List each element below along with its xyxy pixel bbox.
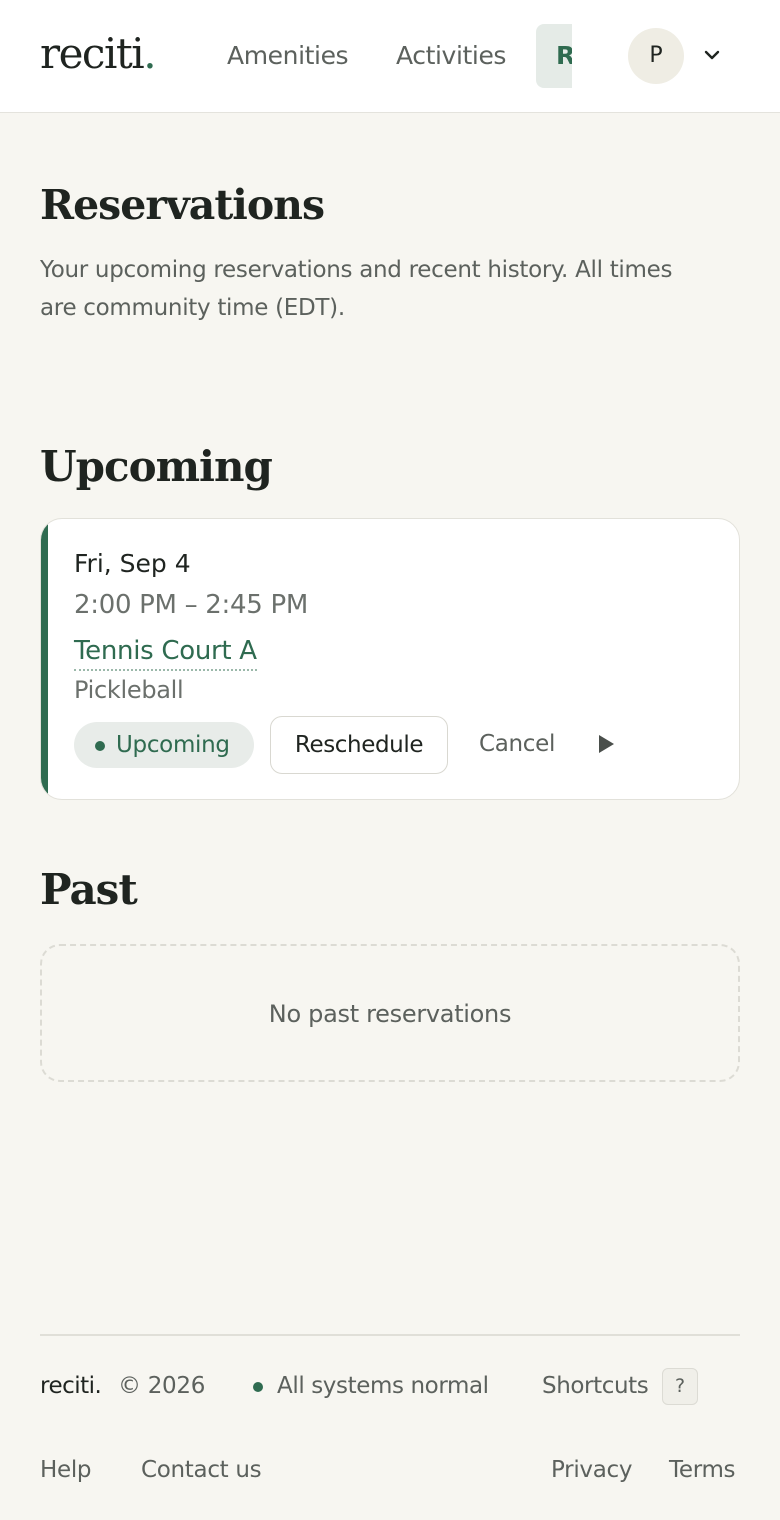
- reservation-time: 2:00 PM – 2:45 PM: [74, 590, 308, 620]
- status-dot-icon: [95, 741, 105, 751]
- footer-brand: reciti.: [40, 1373, 102, 1399]
- footer-link-terms[interactable]: Terms: [669, 1453, 736, 1487]
- empty-message: No past reservations: [268, 1000, 512, 1028]
- nav-link-reservations-label: R: [556, 41, 572, 70]
- footer-divider: [40, 1334, 740, 1336]
- nav-link-reservations[interactable]: R: [536, 24, 572, 88]
- footer-link-contact[interactable]: Contact us: [141, 1453, 262, 1487]
- page-description: Your upcoming reservations and recent hi…: [40, 257, 673, 321]
- footer-copyright: © 2026: [118, 1373, 206, 1399]
- reservation-card: Fri, Sep 4 2:00 PM – 2:45 PM Tennis Cour…: [40, 518, 740, 800]
- status-badge: Upcoming: [74, 722, 254, 768]
- logo-text: reciti: [40, 29, 145, 78]
- reservation-place-link[interactable]: Tennis Court A: [74, 633, 257, 671]
- footer-link-privacy[interactable]: Privacy: [551, 1453, 632, 1487]
- reservation-date: Fri, Sep 4: [74, 549, 191, 578]
- past-empty-state: No past reservations: [40, 944, 740, 1082]
- logo[interactable]: reciti.: [40, 28, 157, 80]
- nav-link-activities[interactable]: Activities: [396, 39, 506, 73]
- play-icon[interactable]: [595, 733, 617, 755]
- upcoming-heading: Upcoming: [40, 442, 273, 491]
- reservation-activity: Pickleball: [74, 676, 184, 704]
- page-title: Reservations: [40, 181, 325, 229]
- avatar[interactable]: P: [628, 28, 684, 84]
- nav-link-amenities[interactable]: Amenities: [227, 39, 349, 73]
- logo-dot: .: [143, 29, 156, 78]
- footer-link-help[interactable]: Help: [40, 1453, 92, 1487]
- past-heading: Past: [40, 865, 138, 914]
- shortcuts-link[interactable]: Shortcuts: [542, 1369, 649, 1403]
- status-badge-label: Upcoming: [116, 732, 230, 758]
- card-accent-bar: [41, 519, 48, 799]
- shortcut-key-badge[interactable]: ?: [662, 1368, 698, 1405]
- system-status-link[interactable]: All systems normal: [277, 1369, 489, 1403]
- cancel-button[interactable]: Cancel: [461, 726, 573, 762]
- top-navigation-bar: reciti. Amenities Activities R P: [0, 0, 780, 113]
- chevron-down-icon[interactable]: [703, 46, 721, 64]
- status-dot-icon: [253, 1382, 263, 1392]
- reschedule-button[interactable]: Reschedule: [270, 716, 448, 774]
